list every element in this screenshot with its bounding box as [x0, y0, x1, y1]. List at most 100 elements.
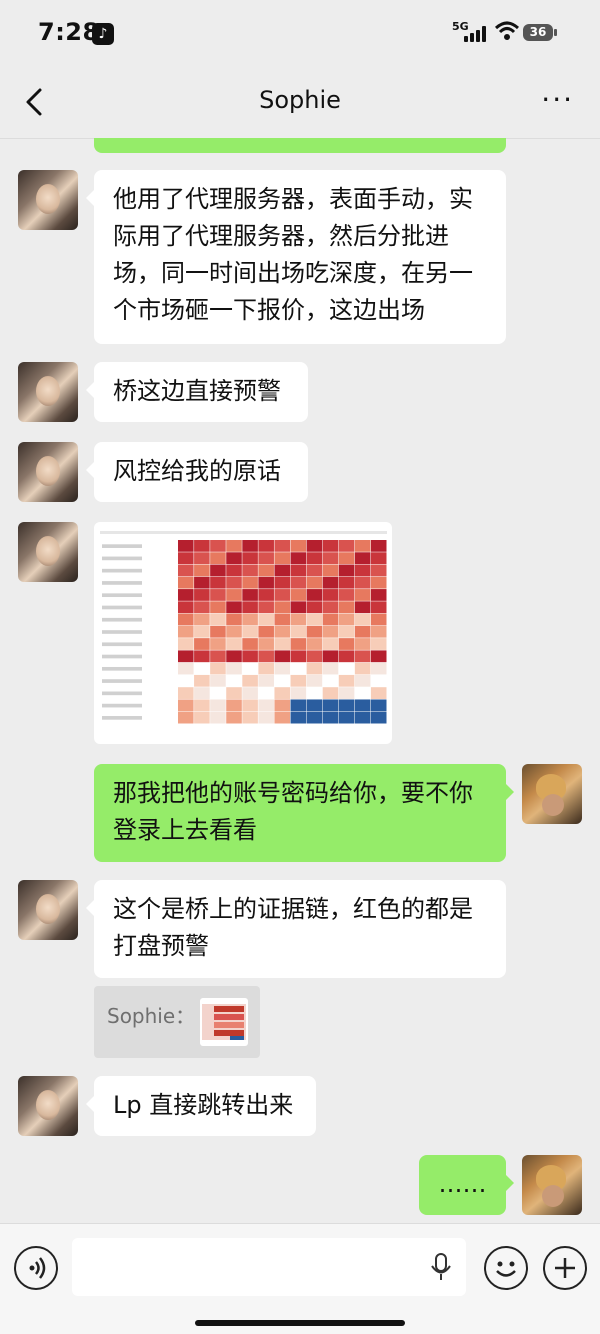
heatmap-cell — [338, 638, 355, 650]
message-bubble[interactable]: 那我把他的账号密码给你，要不你登录上去看看 — [94, 764, 514, 862]
row-label — [102, 544, 142, 548]
heatmap-cell — [290, 564, 307, 577]
message-bubble[interactable]: 这个是桥上的证据链，红色的都是打盘预警 — [86, 880, 506, 978]
heatmap-cell — [354, 650, 371, 663]
heatmap-cell — [338, 576, 355, 589]
heatmap-cell — [370, 601, 387, 614]
heatmap-cell — [274, 540, 291, 552]
heatmap-cell — [226, 552, 242, 565]
heatmap-cell — [306, 711, 323, 724]
heatmap-cell — [322, 613, 339, 626]
sophie-avatar[interactable] — [18, 362, 78, 422]
microphone-icon[interactable] — [430, 1252, 452, 1282]
heatmap-cell — [210, 552, 226, 565]
plus-icon[interactable] — [543, 1246, 587, 1290]
heatmap-cell — [306, 576, 323, 589]
heatmap-cell — [290, 589, 307, 601]
row-label — [102, 605, 142, 610]
sophie-avatar[interactable] — [18, 880, 78, 940]
image-table-header — [100, 531, 387, 534]
emoji-icon[interactable] — [484, 1246, 528, 1290]
heatmap-cell — [290, 638, 307, 650]
heatmap-cell — [290, 699, 307, 712]
heatmap-cell — [338, 699, 355, 712]
heatmap-cell — [258, 540, 274, 552]
image-message[interactable] — [94, 522, 392, 744]
heatmap-cell — [370, 699, 387, 712]
heatmap-cell — [370, 711, 387, 724]
quoted-message[interactable]: Sophie： — [94, 986, 260, 1058]
heatmap-cell — [210, 687, 226, 699]
heatmap-cell — [322, 650, 339, 663]
heatmap-cell — [210, 699, 226, 712]
heatmap-cell — [178, 662, 194, 675]
heatmap-cell — [322, 552, 339, 565]
heatmap-cell — [258, 711, 274, 724]
message-bubble[interactable]: Lp 直接跳转出来 — [86, 1076, 316, 1136]
heatmap-cell — [354, 540, 371, 552]
heatmap-cell — [226, 564, 242, 577]
heatmap-cell — [226, 589, 242, 601]
heatmap-cell — [178, 638, 194, 650]
heatmap-cell — [338, 552, 355, 565]
heatmap-cell — [354, 687, 371, 699]
my-avatar[interactable] — [522, 764, 582, 824]
message-list[interactable]: 他用了代理服务器，表面手动，实际用了代理服务器，然后分批进场，同一时间出场吃深度… — [0, 138, 600, 1223]
sophie-avatar[interactable] — [18, 442, 78, 502]
voice-icon[interactable] — [14, 1246, 58, 1290]
sophie-avatar[interactable] — [18, 522, 78, 582]
message-bubble[interactable]: 他用了代理服务器，表面手动，实际用了代理服务器，然后分批进场，同一时间出场吃深度… — [86, 170, 506, 344]
heatmap-cell — [194, 540, 210, 552]
sophie-avatar[interactable] — [18, 1076, 78, 1136]
heatmap-cell — [210, 662, 226, 675]
message-bubble[interactable]: 风控给我的原话 — [86, 442, 308, 502]
heatmap-cell — [194, 601, 210, 614]
heatmap-cell — [274, 662, 291, 675]
image-heatmap — [102, 540, 387, 724]
message-bubble[interactable]: 桥这边直接预警 — [86, 362, 308, 422]
previous-message-bubble[interactable] — [94, 138, 506, 153]
heatmap-cell — [290, 540, 307, 552]
message-bubble[interactable]: …… — [419, 1155, 514, 1215]
heatmap-cell — [306, 650, 323, 663]
sophie-avatar[interactable] — [18, 170, 78, 230]
heatmap-cell — [306, 638, 323, 650]
heatmap-cell — [258, 601, 274, 614]
heatmap-cell — [274, 650, 291, 663]
heatmap-cell — [338, 711, 355, 724]
heatmap-cell — [322, 699, 339, 712]
row-label — [102, 556, 142, 561]
heatmap-cell — [226, 601, 242, 614]
my-avatar[interactable] — [522, 1155, 582, 1215]
heatmap-cell — [306, 613, 323, 626]
heatmap-cell — [226, 625, 242, 638]
heatmap-cell — [178, 601, 194, 614]
heatmap-cell — [338, 687, 355, 699]
heatmap-cell — [306, 674, 323, 687]
message-input[interactable] — [72, 1238, 466, 1296]
row-label — [102, 630, 142, 634]
heatmap-cell — [242, 576, 258, 589]
heatmap-cell — [178, 589, 194, 601]
heatmap-cell — [354, 589, 371, 601]
chat-header: Sophie ··· — [0, 66, 600, 139]
heatmap-cell — [306, 564, 323, 577]
heatmap-cell — [210, 613, 226, 626]
heatmap-cell — [194, 552, 210, 565]
heatmap-cell — [194, 576, 210, 589]
heatmap-cell — [258, 687, 274, 699]
heatmap-cell — [178, 650, 194, 663]
more-dots-icon[interactable]: ··· — [541, 86, 574, 114]
row-label — [102, 617, 142, 622]
heatmap-cell — [226, 638, 242, 650]
heatmap-cell — [226, 711, 242, 724]
heatmap-cell — [242, 540, 258, 552]
heatmap-cell — [370, 625, 387, 638]
heatmap-cell — [322, 589, 339, 601]
heatmap-cell — [210, 625, 226, 638]
heatmap-cell — [194, 589, 210, 601]
heatmap-cell — [306, 699, 323, 712]
row-label — [102, 654, 142, 659]
heatmap-cell — [370, 589, 387, 601]
heatmap-cell — [258, 674, 274, 687]
